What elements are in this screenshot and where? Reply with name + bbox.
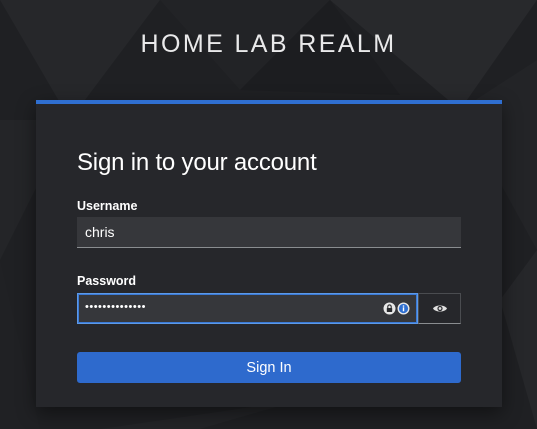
eye-icon (432, 305, 447, 312)
password-value: •••••••••••••• (85, 301, 146, 313)
login-card: Sign in to your account Username Passwor… (36, 100, 502, 407)
realm-title: HOME LAB REALM (140, 30, 397, 58)
login-heading: Sign in to your account (77, 149, 317, 176)
password-manager-lock-icon[interactable] (383, 302, 396, 315)
password-input[interactable]: •••••••••••••• (77, 293, 418, 324)
show-password-button[interactable] (418, 293, 461, 324)
password-manager-info-icon[interactable] (397, 302, 410, 315)
sign-in-button[interactable]: Sign In (77, 352, 461, 383)
username-label: Username (77, 199, 138, 213)
username-input[interactable] (77, 217, 461, 248)
password-label: Password (77, 274, 137, 288)
